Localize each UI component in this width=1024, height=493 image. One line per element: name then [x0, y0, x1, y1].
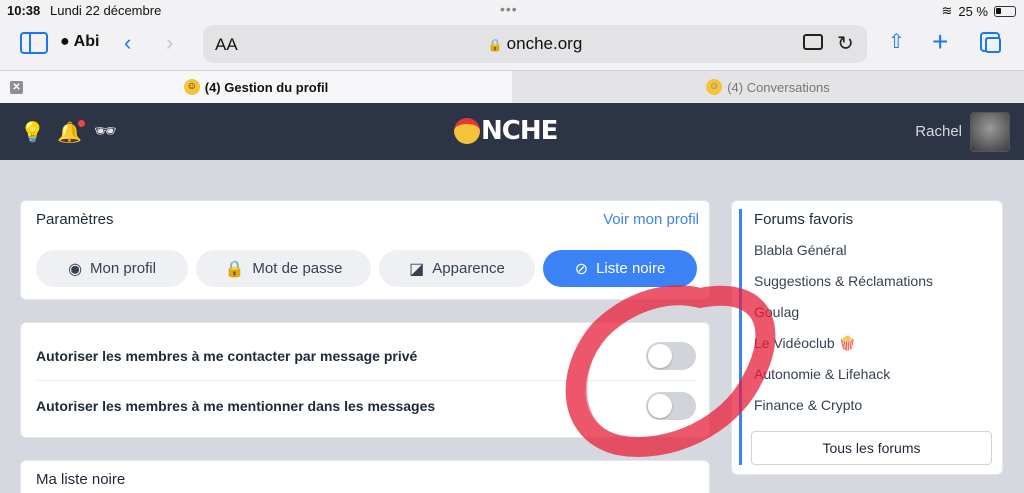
reload-icon[interactable]: ↻ — [837, 31, 854, 56]
my-profile-button[interactable]: ◉ Mon profil — [36, 250, 188, 287]
appearance-button[interactable]: ◪ Apparence — [379, 250, 535, 287]
button-label: Liste noire — [596, 260, 666, 277]
tab-strip: ✕ ☺ (4) Gestion du profil ☺ (4) Conversa… — [0, 70, 1024, 103]
toggle-row-private-messages: Autoriser les membres à me contacter par… — [36, 332, 696, 381]
forum-link[interactable]: Suggestions & Réclamations — [754, 273, 933, 304]
new-tab-icon[interactable]: + — [932, 26, 948, 58]
user-circle-icon: ◉ — [68, 260, 83, 278]
forward-icon[interactable]: › — [166, 30, 173, 56]
username[interactable]: Rachel — [915, 123, 962, 140]
tabs-overview-icon[interactable] — [980, 32, 1001, 53]
battery-icon — [994, 5, 1016, 17]
forum-link[interactable]: Blabla Général — [754, 242, 933, 273]
browser-toolbar: ● Abi ‹ › AA 🔒 onche.org ↻ ⇧ + — [0, 22, 1024, 70]
url-display[interactable]: 🔒 onche.org — [203, 34, 867, 54]
back-icon[interactable]: ‹ — [124, 30, 131, 56]
button-label: Mon profil — [90, 260, 156, 277]
share-icon[interactable]: ⇧ — [888, 29, 905, 54]
favorite-forums-card: Forums favoris Blabla Général Suggestion… — [731, 200, 1003, 475]
toggle-knob — [648, 393, 672, 418]
forum-list: Blabla Général Suggestions & Réclamation… — [754, 242, 933, 428]
button-label: Mot de passe — [252, 260, 343, 277]
accent-bar — [739, 209, 742, 465]
forum-link[interactable]: Autonomie & Lifehack — [754, 366, 933, 397]
block-icon: ⊘ — [574, 260, 589, 278]
tab-conversations[interactable]: ☺ (4) Conversations — [512, 71, 1024, 103]
logo-text: NCHE — [481, 116, 558, 146]
sidebar-toggle-icon[interactable] — [20, 32, 48, 54]
toggle-row-mentions: Autoriser les membres à me mentionner da… — [36, 381, 696, 430]
mascot-icon — [454, 118, 480, 144]
close-tab-icon[interactable]: ✕ — [10, 81, 23, 94]
mentions-toggle[interactable] — [646, 391, 696, 420]
lock-icon: 🔒 — [224, 260, 245, 278]
password-button[interactable]: 🔒 Mot de passe — [196, 250, 371, 287]
onche-favicon-icon: ☺ — [183, 79, 200, 95]
status-time: 10:38 — [7, 3, 41, 18]
forum-link[interactable]: Le Vidéoclub 🍿 — [754, 335, 933, 366]
status-right: ≋ 25 % — [941, 3, 1016, 19]
privacy-toggles-card: Autoriser les membres à me contacter par… — [20, 322, 710, 438]
url-text: onche.org — [506, 34, 583, 53]
battery-percent: 25 % — [958, 3, 988, 19]
tab-label: (4) Conversations — [727, 79, 830, 95]
blacklist-button[interactable]: ⊘ Liste noire — [543, 250, 697, 287]
site-logo[interactable]: NCHE — [454, 116, 558, 146]
lightbulb-icon[interactable]: 💡 — [20, 120, 45, 145]
view-profile-link[interactable]: Voir mon profil — [603, 211, 699, 228]
notification-dot — [77, 120, 85, 127]
forums-title: Forums favoris — [754, 211, 854, 228]
address-bar[interactable]: AA 🔒 onche.org ↻ — [203, 25, 867, 63]
toggle-label: Autoriser les membres à me mentionner da… — [36, 397, 436, 414]
bell-icon[interactable]: 🔔 — [57, 120, 85, 145]
button-label: Apparence — [432, 260, 505, 277]
forum-link[interactable]: Goulag — [754, 304, 933, 335]
toggle-knob — [648, 344, 672, 368]
blacklist-title: Ma liste noire — [36, 471, 126, 488]
avatar[interactable] — [970, 112, 1010, 152]
profile-button[interactable]: ● Abi — [60, 33, 99, 51]
status-date: Lundi 22 décembre — [50, 3, 162, 18]
multitask-dots-icon[interactable]: ••• — [500, 1, 518, 17]
incognito-icon[interactable]: 🕶 — [94, 121, 117, 142]
wifi-icon: ≋ — [941, 3, 953, 18]
status-bar: 10:38 Lundi 22 décembre ••• ≋ 25 % — [0, 0, 1024, 22]
site-header: 💡 🔔 🕶 NCHE Rachel — [0, 103, 1024, 160]
private-messages-toggle[interactable] — [646, 342, 696, 370]
tab-gestion-profil[interactable]: ✕ ☺ (4) Gestion du profil — [0, 71, 512, 103]
lock-icon: 🔒 — [487, 38, 503, 52]
person-icon: ● — [60, 33, 70, 50]
forum-link[interactable]: Finance & Crypto — [754, 397, 933, 428]
profile-label: Abi — [73, 33, 100, 50]
all-forums-button[interactable]: Tous les forums — [751, 431, 992, 465]
page-extension-icon[interactable] — [803, 34, 823, 50]
onche-favicon-icon: ☺ — [706, 79, 723, 95]
toggle-label: Autoriser les membres à me contacter par… — [36, 348, 418, 364]
settings-title: Paramètres — [36, 211, 114, 228]
settings-card: Paramètres Voir mon profil ◉ Mon profil … — [20, 200, 710, 300]
blacklist-card: Ma liste noire — [20, 460, 710, 493]
tab-label: (4) Gestion du profil — [204, 79, 329, 95]
brush-icon: ◪ — [409, 260, 425, 278]
